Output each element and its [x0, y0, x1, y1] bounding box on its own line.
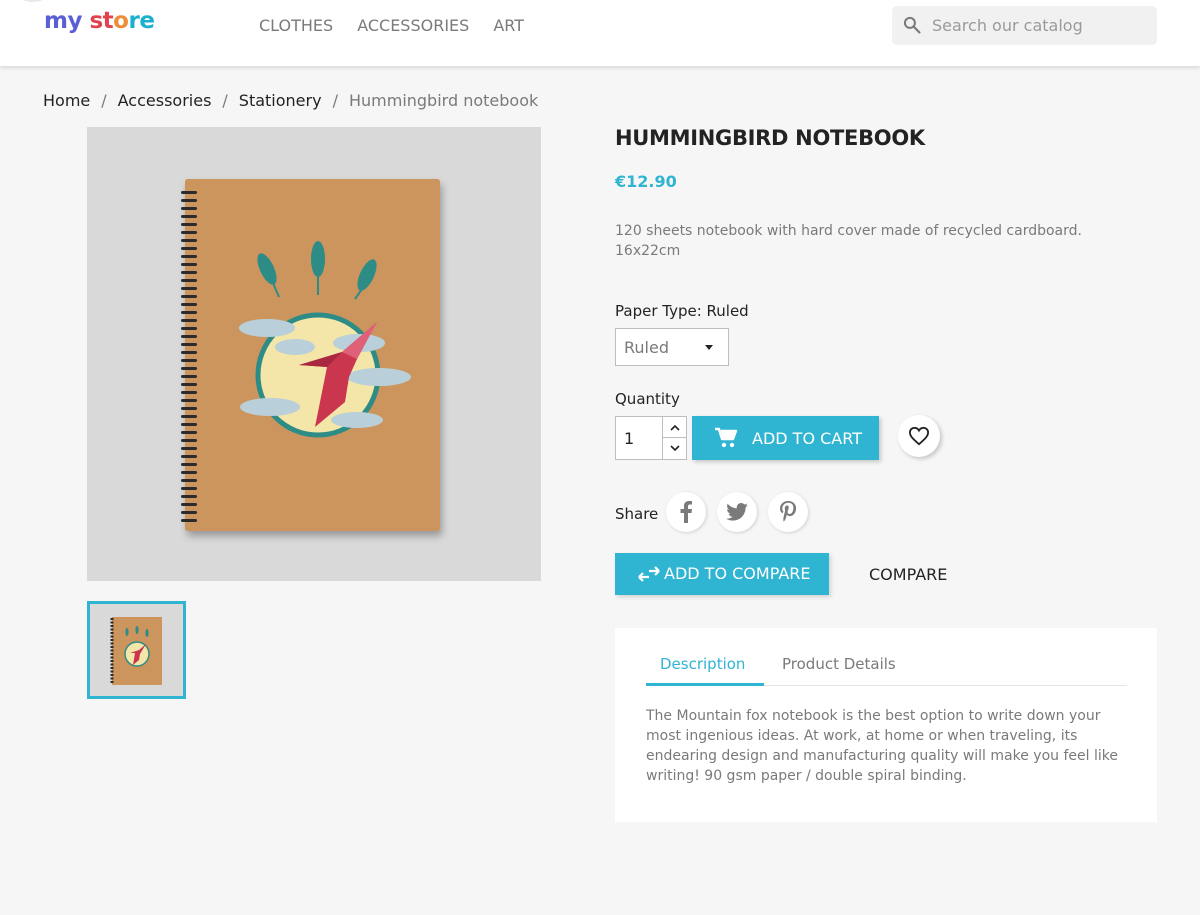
- breadcrumb-current: Hummingbird notebook: [348, 91, 539, 110]
- site-header: my store CLOTHES ACCESSORIES ART: [0, 0, 1200, 66]
- logo-part-3: o: [113, 8, 129, 34]
- logo-part-2: st: [89, 8, 114, 34]
- quantity-label: Quantity: [615, 390, 680, 408]
- share-facebook-button[interactable]: [666, 492, 706, 532]
- logo-bubble: [18, 0, 48, 2]
- product-tabs-card: Description Product Details The Mountain…: [615, 628, 1157, 822]
- compare-icon: [638, 566, 660, 582]
- main-nav: CLOTHES ACCESSORIES ART: [259, 16, 524, 35]
- product-short-description: 120 sheets notebook with hard cover made…: [615, 223, 1082, 259]
- logo-part-1: my: [44, 8, 82, 34]
- product-cover-image[interactable]: [87, 127, 541, 581]
- compare-link[interactable]: COMPARE: [869, 565, 947, 584]
- search-icon[interactable]: [902, 15, 922, 35]
- search-input[interactable]: [932, 6, 1147, 45]
- quantity-increase-button[interactable]: [663, 417, 686, 438]
- store-logo[interactable]: my store: [44, 8, 155, 34]
- breadcrumb-separator: /: [101, 91, 107, 110]
- breadcrumb-separator: /: [332, 91, 338, 110]
- product-title: HUMMINGBIRD NOTEBOOK: [615, 126, 925, 150]
- add-to-wishlist-button[interactable]: [898, 415, 940, 457]
- chevron-up-icon: [669, 424, 680, 431]
- active-tab-indicator: [646, 683, 764, 686]
- add-to-cart-button[interactable]: ADD TO CART: [692, 416, 879, 460]
- share-label: Share: [615, 505, 659, 523]
- share-pinterest-button[interactable]: [768, 492, 808, 532]
- logo-part-4: re: [128, 8, 155, 34]
- pinterest-icon: [780, 501, 797, 522]
- product-price: €12.90: [615, 172, 677, 191]
- breadcrumb-separator: /: [222, 91, 228, 110]
- twitter-icon: [726, 503, 748, 521]
- notebook-illustration: [181, 179, 440, 531]
- add-to-compare-button[interactable]: ADD TO COMPARE: [615, 553, 829, 595]
- chevron-down-icon: [705, 345, 713, 350]
- share-twitter-button[interactable]: [717, 492, 757, 532]
- facebook-icon: [680, 501, 692, 523]
- quantity-decrease-button[interactable]: [663, 438, 686, 459]
- cart-icon: [715, 427, 738, 448]
- breadcrumb-stationery[interactable]: Stationery: [239, 91, 322, 110]
- nav-item-art[interactable]: ART: [493, 16, 524, 35]
- breadcrumb-accessories[interactable]: Accessories: [118, 91, 212, 110]
- quantity-stepper: [662, 416, 687, 460]
- paper-type-label: Paper Type: Ruled: [615, 302, 749, 320]
- paper-type-select[interactable]: Ruled: [615, 328, 729, 366]
- product-description: The Mountain fox notebook is the best op…: [646, 708, 1118, 784]
- add-to-compare-label: ADD TO COMPARE: [664, 564, 811, 583]
- add-to-cart-label: ADD TO CART: [752, 429, 862, 448]
- paper-type-selected-value: Ruled: [624, 338, 669, 357]
- heart-icon: [908, 426, 930, 446]
- nav-item-accessories[interactable]: ACCESSORIES: [357, 16, 469, 35]
- quantity-input[interactable]: [615, 416, 663, 460]
- tab-product-details[interactable]: Product Details: [782, 655, 896, 673]
- breadcrumb: Home / Accessories / Stationery / Hummin…: [43, 91, 538, 110]
- product-thumbnail[interactable]: [87, 601, 186, 699]
- tab-description[interactable]: Description: [660, 655, 745, 673]
- breadcrumb-home[interactable]: Home: [43, 91, 90, 110]
- chevron-down-icon: [669, 445, 680, 452]
- thumbnail-illustration: [110, 617, 162, 685]
- search-box: [892, 6, 1157, 45]
- nav-item-clothes[interactable]: CLOTHES: [259, 16, 333, 35]
